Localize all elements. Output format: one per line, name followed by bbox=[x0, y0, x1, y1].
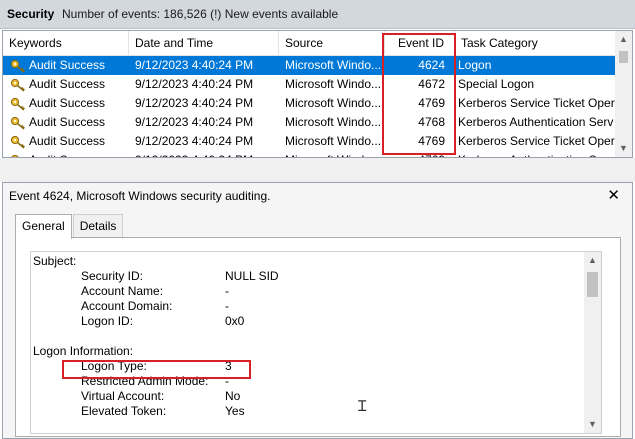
subject-label: Account Domain: bbox=[81, 299, 173, 313]
tab-details[interactable]: Details bbox=[72, 214, 124, 238]
event-count-info: Number of events: 186,526 (!) New events… bbox=[62, 7, 339, 21]
cell-keywords: Audit Success bbox=[29, 96, 106, 110]
scroll-up-icon[interactable]: ▲ bbox=[584, 252, 601, 269]
scroll-thumb[interactable] bbox=[619, 51, 628, 63]
table-row[interactable]: Audit Success 9/12/2023 4:40:24 PM Microso… bbox=[3, 94, 615, 113]
log-title: Security bbox=[7, 7, 55, 21]
cell-date: 9/12/2023 4:40:24 PM bbox=[135, 134, 254, 148]
cell-date: 9/12/2023 4:40:24 PM bbox=[135, 96, 254, 110]
events-scrollbar[interactable]: ▲ ▼ bbox=[615, 31, 632, 157]
cell-keywords: Audit Success bbox=[29, 151, 129, 157]
key-icon bbox=[10, 59, 25, 73]
table-row[interactable]: Audit Success 9/12/2023 4:40:24 PM Microso… bbox=[3, 56, 615, 75]
description-scrollbar[interactable]: ▲ ▼ bbox=[584, 252, 601, 433]
subject-value: - bbox=[225, 299, 229, 313]
scroll-up-icon[interactable]: ▲ bbox=[615, 31, 632, 48]
cell-category: Kerberos Service Ticket Opera bbox=[458, 96, 615, 110]
table-row[interactable]: Audit Success 9/12/2023 4:40:24 PM Microso… bbox=[3, 132, 615, 151]
cell-event-id: 4672 bbox=[418, 77, 445, 91]
cell-date: 9/12/2023 4:40:24 PM bbox=[135, 58, 254, 72]
logon-value: No bbox=[225, 389, 241, 403]
subject-value: 0x0 bbox=[225, 314, 245, 328]
key-icon bbox=[10, 135, 25, 149]
cell-category: Kerberos Authentication Serv bbox=[458, 115, 614, 129]
cell-keywords: Audit Success bbox=[29, 134, 106, 148]
cell-keywords: Audit Success bbox=[29, 77, 106, 91]
cell-category: Kerberos Service Ticket Opera bbox=[458, 134, 615, 148]
cell-category: Logon bbox=[458, 58, 492, 72]
subject-heading: Subject: bbox=[33, 254, 77, 268]
cell-source: Microsoft Windo... bbox=[285, 77, 382, 91]
cell-source: Microsoft Windo... bbox=[285, 151, 385, 157]
column-date-time[interactable]: Date and Time bbox=[129, 31, 279, 56]
scroll-thumb[interactable] bbox=[587, 272, 598, 297]
cell-source: Microsoft Windo... bbox=[285, 96, 382, 110]
general-tab-panel: Subject: Security ID: NULL SID Account N… bbox=[15, 237, 621, 437]
pane-splitter[interactable] bbox=[0, 158, 635, 182]
column-keywords[interactable]: Keywords bbox=[3, 31, 129, 56]
table-row[interactable]: Audit Success 9/12/2023 4:40:24 PM Microso… bbox=[3, 75, 615, 94]
events-list[interactable]: Keywords Date and Time Source Event ID T… bbox=[2, 30, 633, 158]
subject-label: Logon ID: bbox=[81, 314, 134, 328]
cell-category: Special Logon bbox=[458, 77, 535, 91]
subject-label: Account Name: bbox=[81, 284, 164, 298]
scroll-down-icon[interactable]: ▼ bbox=[615, 140, 632, 157]
cell-category: Kerberos Authentication Serv bbox=[458, 151, 615, 157]
cell-source: Microsoft Windo... bbox=[285, 115, 382, 129]
cell-event-id: 4768 bbox=[418, 115, 445, 129]
close-icon[interactable]: ✕ bbox=[607, 186, 620, 204]
column-event-id[interactable]: Event ID bbox=[385, 31, 455, 56]
cell-date: 9/12/2023 4:40:24 PM bbox=[135, 77, 254, 91]
logon-label: Restricted Admin Mode: bbox=[81, 374, 209, 388]
subject-value: NULL SID bbox=[225, 269, 279, 283]
cell-date: 9/12/2023 4:40:24 PM bbox=[135, 115, 254, 129]
column-task-category[interactable]: Task Category bbox=[455, 31, 615, 56]
details-title: Event 4624, Microsoft Windows security a… bbox=[9, 189, 271, 203]
cell-keywords: Audit Success bbox=[29, 58, 106, 72]
cell-date: 9/12/2023 4:40:24 PM bbox=[135, 151, 279, 157]
key-icon bbox=[10, 97, 25, 111]
cell-source: Microsoft Windo... bbox=[285, 58, 382, 72]
logon-value: - bbox=[225, 374, 229, 388]
table-row[interactable]: Audit Success 9/12/2023 4:40:24 PM Microso… bbox=[3, 113, 615, 132]
event-details-pane: Event 4624, Microsoft Windows security a… bbox=[2, 182, 633, 439]
cell-source: Microsoft Windo... bbox=[285, 134, 382, 148]
details-tabs: General Details bbox=[15, 214, 124, 239]
cell-event-id: 4769 bbox=[385, 151, 445, 157]
subject-label: Security ID: bbox=[81, 269, 144, 283]
logon-info-heading: Logon Information: bbox=[33, 344, 134, 358]
logon-value: Yes bbox=[225, 404, 245, 418]
logon-label: Elevated Token: bbox=[81, 404, 167, 418]
logon-label: Virtual Account: bbox=[81, 389, 165, 403]
scroll-down-icon[interactable]: ▼ bbox=[584, 416, 601, 433]
key-icon bbox=[10, 78, 25, 92]
event-description-box[interactable]: Subject: Security ID: NULL SID Account N… bbox=[30, 251, 602, 434]
cell-event-id: 4769 bbox=[418, 96, 445, 110]
logon-value: 3 bbox=[225, 359, 232, 373]
log-header: Security Number of events: 186,526 (!) N… bbox=[0, 0, 635, 29]
logon-label: Logon Type: bbox=[81, 359, 147, 373]
text-cursor-icon: Ɪ bbox=[358, 397, 367, 415]
cell-keywords: Audit Success bbox=[29, 115, 106, 129]
column-source[interactable]: Source bbox=[279, 31, 385, 56]
subject-value: - bbox=[225, 284, 229, 298]
cell-event-id: 4769 bbox=[418, 134, 445, 148]
cell-event-id: 4624 bbox=[418, 58, 445, 72]
tab-general[interactable]: General bbox=[15, 214, 72, 239]
key-icon bbox=[10, 116, 25, 130]
column-header-row: Keywords Date and Time Source Event ID T… bbox=[3, 31, 615, 56]
table-row[interactable]: Audit Success 9/12/2023 4:40:24 PM Microso… bbox=[3, 151, 615, 157]
event-rows: Audit Success 9/12/2023 4:40:24 PM Microso… bbox=[3, 56, 615, 157]
